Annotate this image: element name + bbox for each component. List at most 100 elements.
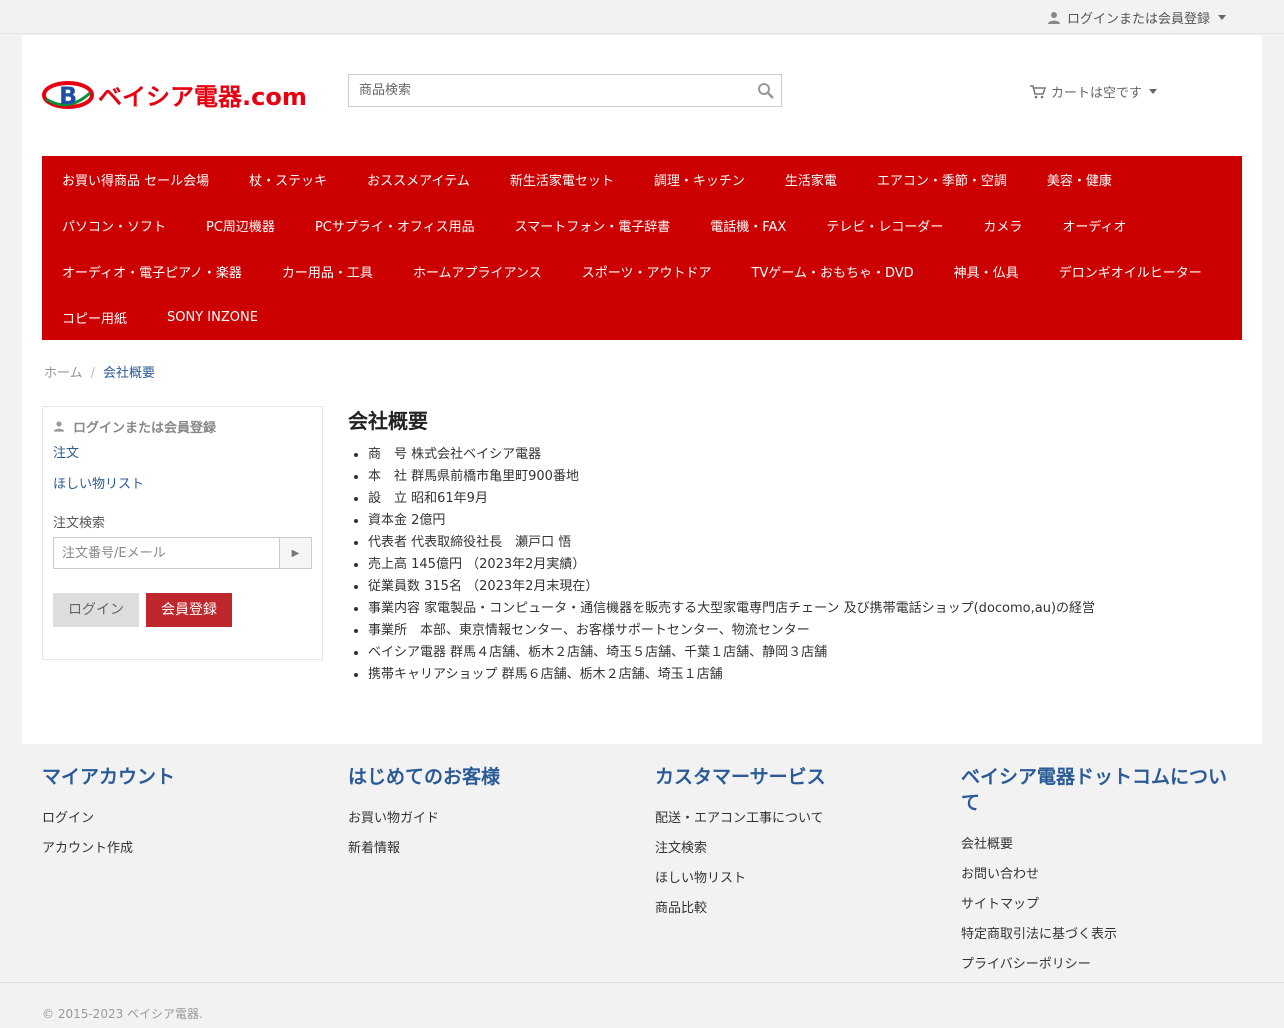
breadcrumb: ホーム / 会社概要: [44, 362, 155, 381]
orders-link[interactable]: 注文: [53, 442, 312, 461]
breadcrumb-current: 会社概要: [103, 366, 156, 381]
nav-item[interactable]: 杖・ステッキ: [249, 170, 327, 189]
nav-item[interactable]: オーディオ・電子ピアノ・楽器: [62, 262, 242, 281]
breadcrumb-separator: /: [90, 366, 96, 381]
logo-image: B ベイシア電器.com: [42, 81, 307, 111]
nav-item[interactable]: 調理・キッチン: [654, 170, 745, 189]
top-bar: ログインまたは会員登録: [0, 0, 1284, 34]
nav-row: お買い得商品 セール会場 杖・ステッキ おススメアイテム 新生活家電セット 調理…: [42, 156, 1242, 202]
footer-column-guide: はじめてのお客様 お買い物ガイド 新着情報: [348, 764, 628, 864]
cart-menu[interactable]: カートは空です: [1030, 82, 1158, 101]
site-logo[interactable]: B ベイシア電器.com: [42, 75, 320, 115]
cart-label: カートは空です: [1051, 86, 1143, 101]
list-item: ベイシア電器 群馬４店舗、栃木２店舗、埼玉５店舗、千葉１店舗、静岡３店舗: [368, 642, 1228, 664]
nav-item[interactable]: テレビ・レコーダー: [826, 216, 943, 235]
nav-item[interactable]: スポーツ・アウトドア: [582, 262, 712, 281]
nav-item[interactable]: カメラ: [983, 216, 1022, 235]
footer-link[interactable]: プライバシーポリシー: [961, 950, 1241, 980]
user-icon: [53, 421, 65, 432]
nav-item[interactable]: パソコン・ソフト: [62, 216, 166, 235]
nav-item[interactable]: ホームアプライアンス: [413, 262, 542, 281]
copyright: © 2015-2023 ベイシア電器.: [0, 982, 1284, 1028]
list-item: 携帯キャリアショップ 群馬６店舗、栃木２店舗、埼玉１店舗: [368, 664, 1228, 686]
footer-link[interactable]: アカウント作成: [42, 834, 322, 864]
footer-link[interactable]: 配送・エアコン工事について: [655, 804, 935, 834]
footer-heading: マイアカウント: [42, 766, 176, 788]
footer-column-account: マイアカウント ログイン アカウント作成: [42, 764, 322, 864]
footer-column-about: ベイシア電器ドットコムについて 会社概要 お問い合わせ サイトマップ 特定商取引…: [961, 764, 1241, 980]
footer-link[interactable]: お問い合わせ: [961, 860, 1241, 890]
footer-heading: はじめてのお客様: [348, 766, 501, 788]
nav-item[interactable]: 新生活家電セット: [510, 170, 614, 189]
nav-row: オーディオ・電子ピアノ・楽器 カー用品・工具 ホームアプライアンス スポーツ・ア…: [42, 248, 1242, 294]
footer-link[interactable]: 注文検索: [655, 834, 935, 864]
footer-link[interactable]: お買い物ガイド: [348, 804, 628, 834]
footer-heading: カスタマーサービス: [655, 766, 826, 788]
sidebar-login[interactable]: ログインまたは会員登録: [53, 417, 312, 436]
chevron-down-icon: [1218, 15, 1226, 20]
footer-link[interactable]: ほしい物リスト: [655, 864, 935, 894]
list-item: 事業所 本部、東京情報センター、お客様サポートセンター、物流センター: [368, 620, 1228, 642]
page-title: 会社概要: [348, 409, 428, 433]
nav-item[interactable]: オーディオ: [1062, 216, 1126, 235]
list-item: 事業内容 家電製品・コンピュータ・通信機器を販売する大型家電専門店チェーン 及び…: [368, 598, 1228, 620]
wishlist-link[interactable]: ほしい物リスト: [53, 473, 312, 492]
top-login-menu[interactable]: ログインまたは会員登録: [1047, 8, 1226, 27]
top-login-label: ログインまたは会員登録: [1066, 12, 1210, 27]
nav-item[interactable]: PCサプライ・オフィス用品: [315, 216, 475, 235]
list-item: 代表者 代表取締役社長 瀬戸口 悟: [368, 532, 1228, 554]
footer-link[interactable]: ログイン: [42, 804, 322, 834]
nav-item[interactable]: スマートフォン・電子辞書: [515, 216, 671, 235]
footer: マイアカウント ログイン アカウント作成 はじめてのお客様 お買い物ガイド 新着…: [0, 744, 1284, 982]
nav-item[interactable]: コピー用紙: [62, 308, 127, 327]
nav-item[interactable]: 神具・仏具: [954, 262, 1019, 281]
play-arrow-icon[interactable]: ▶: [279, 538, 311, 568]
svg-text:B: B: [59, 82, 77, 110]
nav-item[interactable]: 電話機・FAX: [710, 216, 786, 235]
nav-item[interactable]: PC周辺機器: [206, 216, 275, 235]
profile-list: 商 号 株式会社ベイシア電器 本 社 群馬県前橋市亀里町900番地 設 立 昭和…: [348, 444, 1228, 686]
product-search: [348, 74, 782, 107]
register-button[interactable]: 会員登録: [146, 593, 232, 627]
footer-link[interactable]: サイトマップ: [961, 890, 1241, 920]
order-search: ▶: [53, 537, 312, 569]
nav-item[interactable]: カー用品・工具: [282, 262, 373, 281]
list-item: 設 立 昭和61年9月: [368, 488, 1228, 510]
footer-link[interactable]: 商品比較: [655, 894, 935, 924]
footer-heading: ベイシア電器ドットコムについて: [961, 766, 1228, 814]
chevron-down-icon: [1149, 89, 1158, 94]
list-item: 売上高 145億円 （2023年2月実績）: [368, 554, 1228, 576]
footer-link[interactable]: 会社概要: [961, 830, 1241, 860]
nav-item[interactable]: エアコン・季節・空調: [877, 170, 1007, 189]
account-sidebar: ログインまたは会員登録 注文 ほしい物リスト 注文検索 ▶ ログイン会員登録: [42, 406, 323, 660]
nav-item[interactable]: SONY INZONE: [167, 310, 258, 325]
cart-icon: [1030, 84, 1046, 98]
sidebar-login-label: ログインまたは会員登録: [73, 421, 217, 436]
footer-link[interactable]: 新着情報: [348, 834, 628, 864]
category-nav: お買い得商品 セール会場 杖・ステッキ おススメアイテム 新生活家電セット 調理…: [42, 156, 1242, 340]
list-item: 従業員数 315名 （2023年2月末現在）: [368, 576, 1228, 598]
list-item: 資本金 2億円: [368, 510, 1228, 532]
nav-item[interactable]: デロンギオイルヒーター: [1059, 262, 1202, 281]
breadcrumb-home[interactable]: ホーム: [44, 366, 83, 381]
footer-link[interactable]: 特定商取引法に基づく表示: [961, 920, 1241, 950]
user-icon: [1047, 11, 1060, 24]
footer-column-service: カスタマーサービス 配送・エアコン工事について 注文検索 ほしい物リスト 商品比…: [655, 764, 935, 924]
page-container: B ベイシア電器.com カートは空です お買い得商品 セール会場 杖・ステッキ…: [22, 35, 1262, 744]
login-button[interactable]: ログイン: [53, 593, 139, 627]
company-profile: 会社概要 商 号 株式会社ベイシア電器 本 社 群馬県前橋市亀里町900番地 設…: [348, 405, 1228, 686]
search-icon[interactable]: [757, 82, 775, 100]
logo-text: ベイシア電器.com: [98, 83, 307, 111]
nav-item[interactable]: 生活家電: [785, 170, 837, 189]
nav-item[interactable]: TVゲーム・おもちゃ・DVD: [752, 262, 914, 281]
order-search-label: 注文検索: [53, 516, 106, 531]
list-item: 本 社 群馬県前橋市亀里町900番地: [368, 466, 1228, 488]
order-search-input[interactable]: [54, 538, 279, 568]
nav-item[interactable]: お買い得商品 セール会場: [62, 170, 209, 189]
nav-item[interactable]: 美容・健康: [1047, 170, 1112, 189]
search-input[interactable]: [349, 75, 749, 106]
nav-row: コピー用紙 SONY INZONE: [42, 294, 1242, 340]
nav-item[interactable]: おススメアイテム: [367, 170, 470, 189]
list-item: 商 号 株式会社ベイシア電器: [368, 444, 1228, 466]
sidebar-buttons: ログイン 会員登録: [53, 593, 312, 627]
